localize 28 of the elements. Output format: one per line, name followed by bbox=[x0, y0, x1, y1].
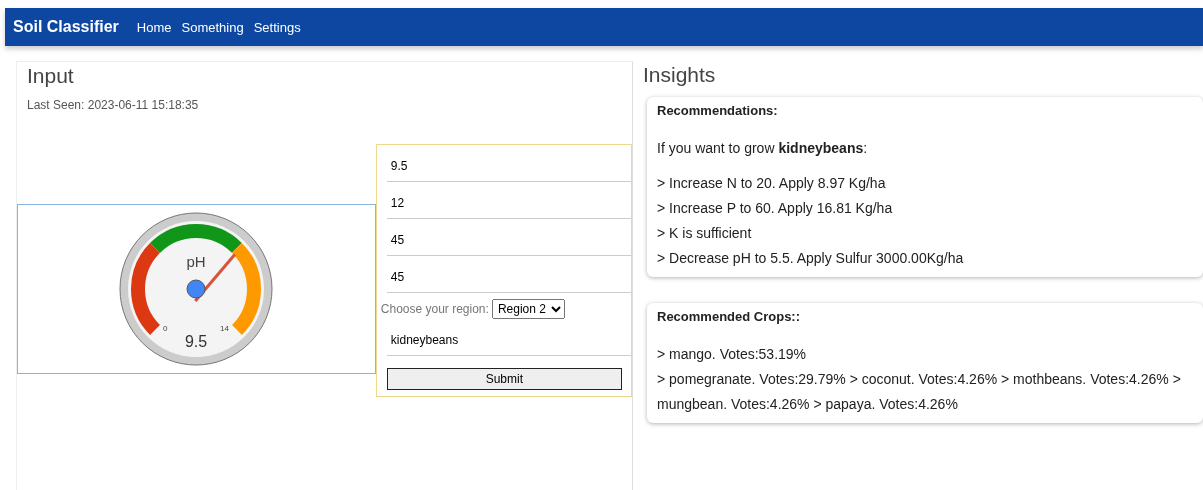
recommendation-line: > Increase P to 60. Apply 16.81 Kg/ha bbox=[657, 199, 894, 218]
gauge-min: 0 bbox=[163, 324, 168, 333]
card-title: Recommendations: bbox=[657, 103, 779, 118]
section-title: Input bbox=[26, 64, 75, 88]
gauge-label: pH bbox=[186, 253, 206, 270]
card-title: Recommended Crops:: bbox=[657, 309, 802, 324]
section-title: Insights bbox=[643, 63, 717, 87]
gauge-max: 14 bbox=[220, 324, 230, 333]
gauge-value: 9.5 bbox=[185, 333, 208, 350]
nav-link[interactable]: Settings bbox=[253, 19, 301, 35]
intro-text: If you want to grow kidneybeans: bbox=[657, 139, 869, 158]
submit-button[interactable]: Submit bbox=[386, 368, 622, 390]
nav-link[interactable]: Something bbox=[181, 19, 244, 35]
recommendation-line: > Decrease pH to 5.5. Apply Sulfur 3000.00Kg/ha bbox=[657, 249, 965, 268]
brand-title[interactable]: Soil Classifier bbox=[13, 18, 119, 36]
input-field[interactable]: 45 bbox=[386, 256, 631, 293]
recommendation-line: > K is sufficient bbox=[657, 224, 753, 243]
region-label: Choose your region: bbox=[380, 302, 489, 316]
crop-votes-text: > mango. Votes:53.19% bbox=[657, 345, 808, 364]
input-field[interactable]: 9.5 bbox=[386, 145, 631, 182]
crop-input-field[interactable]: kidneybeans bbox=[386, 319, 631, 356]
nav-link[interactable]: Home bbox=[136, 19, 172, 35]
recommendation-line: > Increase N to 20. Apply 8.97 Kg/ha bbox=[657, 174, 887, 193]
region-select[interactable]: Region 2 bbox=[491, 299, 565, 319]
crop-votes-text: > pomegranate. Votes:29.79% > coconut. Votes:4.26% > mothbeans. Votes:4.26% > mungbean. Votes:4.26% > papaya. Votes:4.26% bbox=[657, 370, 1182, 414]
input-field[interactable]: 12 bbox=[386, 182, 631, 219]
input-field[interactable]: 45 bbox=[386, 219, 631, 256]
last-seen-text: Last Seen: 2023-06-11 15:18:35 bbox=[26, 97, 200, 114]
